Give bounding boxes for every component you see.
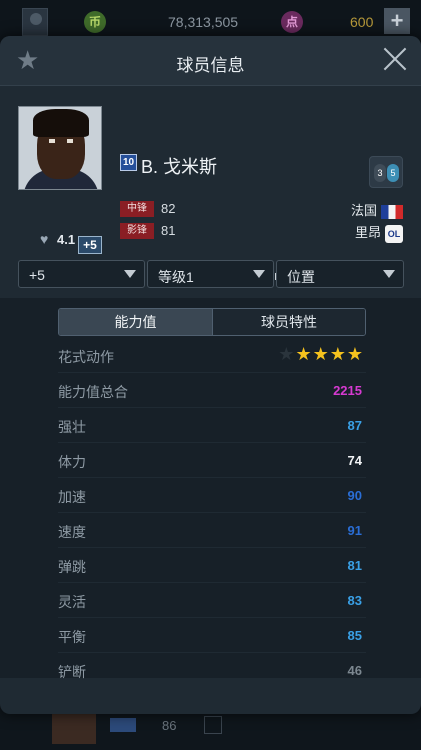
stat-label: 能力值总合 xyxy=(58,384,128,400)
stat-row: 铲断 46 xyxy=(58,653,366,688)
chevron-down-icon xyxy=(383,270,395,278)
stat-row: 体力 74 xyxy=(58,443,366,478)
stat-value: 81 xyxy=(347,558,362,573)
background-tag xyxy=(110,718,136,732)
stat-value: 85 xyxy=(347,628,362,643)
heart-icon: ♥ xyxy=(40,231,49,247)
stat-row: 灵活 83 xyxy=(58,583,366,618)
position-tag: 中锋 xyxy=(120,200,154,217)
chevron-down-icon xyxy=(124,270,136,278)
club-name: 里昂 xyxy=(354,225,381,240)
stat-row: 花式动作 ★★★★★ xyxy=(58,338,366,373)
stat-label: 体力 xyxy=(58,454,86,470)
stat-label: 速度 xyxy=(58,524,86,540)
stat-row: 平衡 85 xyxy=(58,618,366,653)
level-dropdown-value: 等级1 xyxy=(158,269,194,285)
star-icon: ★ xyxy=(346,344,364,364)
close-icon[interactable] xyxy=(383,47,407,71)
strong-foot-value: 5 xyxy=(387,164,399,182)
skill-stars-icon: ★★★★★ xyxy=(278,344,364,365)
star-icon: ★ xyxy=(329,344,347,364)
position-dropdown-value: 位置 xyxy=(287,269,315,285)
stat-row: 弹跳 81 xyxy=(58,548,366,583)
stat-label: 铲断 xyxy=(58,664,86,680)
player-summary: +5 ♥ 4.1 10 B. 戈米斯 3 5 中锋 82 影锋 81 法国 里昂 OL… xyxy=(0,86,421,286)
stat-row: 速度 91 xyxy=(58,513,366,548)
modal-header: ★ 球员信息 xyxy=(0,36,421,86)
background-value: 86 xyxy=(162,718,177,733)
stats-panel: 能力值 球员特性 花式动作 ★★★★★ 能力值总合 2215 强壮 87 体力 74 加速 90 速… xyxy=(0,298,421,688)
enhance-badge: +5 xyxy=(78,236,102,254)
stat-value: 2215 xyxy=(333,383,362,398)
stat-value: 74 xyxy=(347,453,362,468)
position-row: 影锋 81 xyxy=(120,222,176,239)
enhance-dropdown-value: +5 xyxy=(29,267,45,283)
position-value: 81 xyxy=(161,223,176,239)
chevron-down-icon xyxy=(253,270,265,278)
user-avatar[interactable] xyxy=(22,8,48,36)
background-icon xyxy=(204,716,222,734)
position-dropdown[interactable]: 位置 xyxy=(276,260,404,288)
stat-label: 平衡 xyxy=(58,629,86,645)
modal-title: 球员信息 xyxy=(176,56,245,75)
stat-value: 91 xyxy=(347,523,362,538)
nation-name: 法国 xyxy=(350,203,377,218)
player-portrait xyxy=(18,106,102,190)
add-points-button[interactable]: + xyxy=(384,8,410,34)
stats-tabs: 能力值 球员特性 xyxy=(58,308,366,336)
star-icon: ★ xyxy=(312,344,330,364)
position-row: 中锋 82 xyxy=(120,200,176,217)
weak-foot-value: 3 xyxy=(374,164,386,182)
rank-badge: 10 xyxy=(120,154,137,171)
stat-label: 弹跳 xyxy=(58,559,86,575)
stat-row: 加速 90 xyxy=(58,478,366,513)
points-amount: 600 xyxy=(350,14,374,30)
stat-value: 46 xyxy=(347,663,362,678)
gold-amount: 78,313,505 xyxy=(168,14,239,30)
tab-ability[interactable]: 能力值 xyxy=(59,309,212,335)
nationality: 法国 xyxy=(351,200,403,219)
stat-label: 加速 xyxy=(58,489,86,505)
gold-coin-icon: 币 xyxy=(84,11,106,33)
player-rating: 4.1 xyxy=(57,232,76,247)
position-tag: 影锋 xyxy=(120,222,154,239)
club: 里昂 OL xyxy=(355,222,403,243)
stat-row: 能力值总合 2215 xyxy=(58,373,366,408)
stat-value: 90 xyxy=(347,488,362,503)
stat-value: 87 xyxy=(347,418,362,433)
stat-row: 强壮 87 xyxy=(58,408,366,443)
tab-traits[interactable]: 球员特性 xyxy=(212,309,365,335)
position-value: 82 xyxy=(161,201,176,217)
player-info-modal: ★ 球员信息 +5 ♥ 4.1 10 B. 戈米斯 3 5 中锋 82 影锋 81 … xyxy=(0,36,421,714)
filter-dropdowns: +5 等级1 位置 xyxy=(18,260,404,288)
star-icon: ★ xyxy=(278,344,296,364)
stat-label: 花式动作 xyxy=(58,349,114,365)
foot-preference-icon: 3 5 xyxy=(369,156,403,188)
points-icon: 点 xyxy=(281,11,303,33)
club-logo-icon: OL xyxy=(385,224,403,243)
stat-label: 灵活 xyxy=(58,594,86,610)
stat-label: 强壮 xyxy=(58,419,86,435)
enhance-dropdown[interactable]: +5 xyxy=(18,260,145,288)
level-dropdown[interactable]: 等级1 xyxy=(147,260,274,288)
background-card xyxy=(52,714,96,744)
star-icon: ★ xyxy=(295,344,313,364)
player-name: B. 戈米斯 xyxy=(141,157,218,177)
stat-value: 83 xyxy=(347,593,362,608)
france-flag-icon xyxy=(381,204,403,219)
